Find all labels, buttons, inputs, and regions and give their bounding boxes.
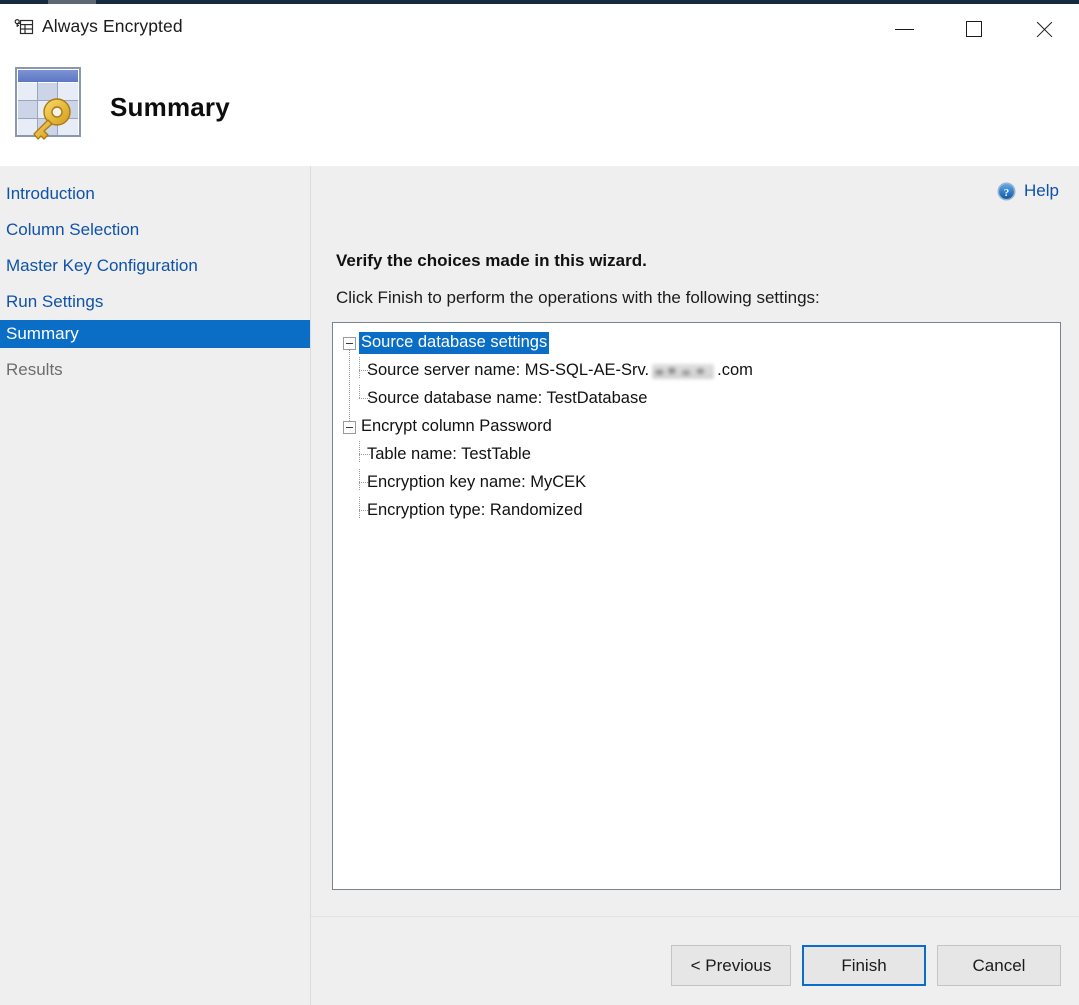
tree-node-source-database-settings[interactable]: Source database settings [333, 329, 1060, 357]
tree-node-source-database-name[interactable]: Source database name: TestDatabase [333, 385, 1060, 413]
cancel-button[interactable]: Cancel [937, 945, 1061, 986]
summary-tree-box[interactable]: Source database settings Source server n… [332, 322, 1061, 890]
sidebar-item-master-key-configuration[interactable]: Master Key Configuration [0, 252, 310, 280]
svg-text:?: ? [1004, 187, 1010, 199]
tree-node-label-text: Source server name: MS-SQL-AE-Srv. [367, 361, 650, 379]
tree-node-label-suffix: .com [717, 361, 753, 379]
tree-node-label: Source database name: TestDatabase [367, 389, 648, 407]
maximize-button[interactable] [951, 8, 997, 50]
tree-node-encryption-type[interactable]: Encryption type: Randomized [333, 497, 1060, 525]
page-banner: Summary [0, 50, 1079, 166]
page-title: Summary [110, 92, 230, 122]
close-button[interactable] [1021, 8, 1067, 50]
maximize-icon [966, 21, 982, 37]
help-circle-icon: ? [997, 182, 1016, 201]
wizard-step-navigation: Introduction Column Selection Master Key… [0, 166, 310, 1005]
tree-node-label: Encrypt column Password [361, 417, 552, 435]
sidebar-item-run-settings[interactable]: Run Settings [0, 288, 310, 316]
tree-node-source-server-name[interactable]: Source server name: MS-SQL-AE-Srv. .com [333, 357, 1060, 385]
always-encrypted-icon [14, 17, 34, 37]
tree-node-label: Table name: TestTable [367, 445, 531, 463]
tree-node-table-name[interactable]: Table name: TestTable [333, 441, 1060, 469]
tree-node-encryption-key-name[interactable]: Encryption key name: MyCEK [333, 469, 1060, 497]
tree-node-label: Encryption type: Randomized [367, 501, 583, 519]
table-key-icon [10, 60, 88, 146]
collapse-minus-icon[interactable] [343, 336, 356, 350]
content-heading: Verify the choices made in this wizard. [336, 251, 647, 270]
title-bar: Always Encrypted [0, 4, 1079, 50]
close-icon [1034, 19, 1054, 39]
previous-button[interactable]: < Previous [671, 945, 791, 986]
sidebar-item-column-selection[interactable]: Column Selection [0, 216, 310, 244]
collapse-minus-icon[interactable] [343, 420, 356, 434]
tree-node-label: Source database settings [359, 332, 550, 354]
redacted-server-domain [652, 363, 715, 379]
tree-node-encrypt-column-password[interactable]: Encrypt column Password [333, 413, 1060, 441]
tree-node-label: Encryption key name: MyCEK [367, 473, 587, 491]
footer-bar: < Previous Finish Cancel [311, 917, 1079, 1005]
minimize-icon [894, 28, 914, 30]
minimize-button[interactable] [881, 8, 927, 50]
sidebar-item-summary[interactable]: Summary [0, 320, 310, 348]
window-title: Always Encrypted [42, 16, 183, 36]
content-pane: ? Help Verify the choices made in this w… [311, 166, 1079, 916]
summary-tree: Source database settings Source server n… [333, 323, 1060, 525]
help-label: Help [1024, 181, 1059, 200]
content-subheading: Click Finish to perform the operations w… [336, 288, 820, 307]
sidebar-item-results: Results [6, 360, 63, 379]
help-link[interactable]: ? Help [997, 181, 1059, 201]
sidebar-item-introduction[interactable]: Introduction [0, 180, 310, 208]
finish-button[interactable]: Finish [802, 945, 926, 986]
always-encrypted-wizard-window: Always Encrypted Summary Introduction Co… [0, 0, 1079, 1005]
